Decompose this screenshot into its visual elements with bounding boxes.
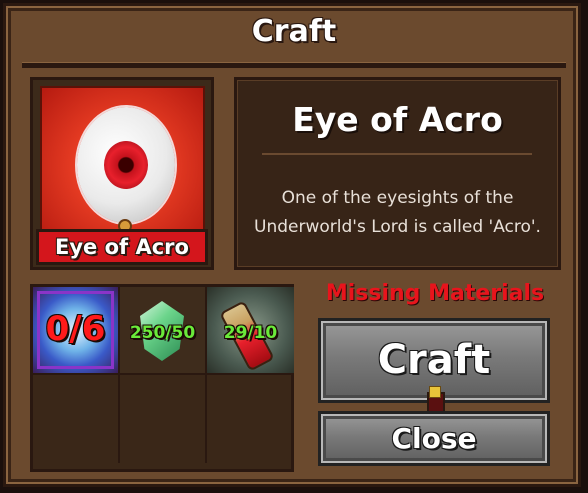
item-description: One of the eyesights of the Underworld's… (244, 184, 551, 242)
empty-material-slot[interactable] (207, 375, 294, 463)
description-line: One of the eyesights of the (281, 188, 514, 208)
material-slot-emerald[interactable]: 250/50 (120, 287, 207, 375)
empty-material-slot[interactable] (33, 375, 120, 463)
iris (104, 141, 148, 189)
title-divider (22, 62, 566, 68)
empty-material-slot[interactable] (120, 375, 207, 463)
description-divider (262, 153, 532, 155)
material-count: 29/10 (223, 323, 278, 343)
material-count: 250/50 (129, 323, 196, 343)
material-count: 0/6 (45, 309, 106, 349)
item-title: Eye of Acro (292, 100, 503, 139)
description-line: Underworld's Lord is called 'Acro'. (254, 217, 541, 237)
close-button[interactable]: Close (318, 411, 550, 466)
window-title: Craft (251, 14, 337, 49)
missing-materials-text: Missing Materials (325, 281, 545, 306)
item-name-label: Eye of Acro (36, 229, 208, 265)
material-slot-potion[interactable]: 29/10 (207, 287, 294, 375)
materials-grid: 0/6 250/50 29/10 (30, 284, 294, 472)
connector-gem-icon (429, 386, 441, 398)
material-slot-crystal[interactable]: 0/6 (33, 287, 120, 375)
eyeball-icon (77, 107, 175, 223)
